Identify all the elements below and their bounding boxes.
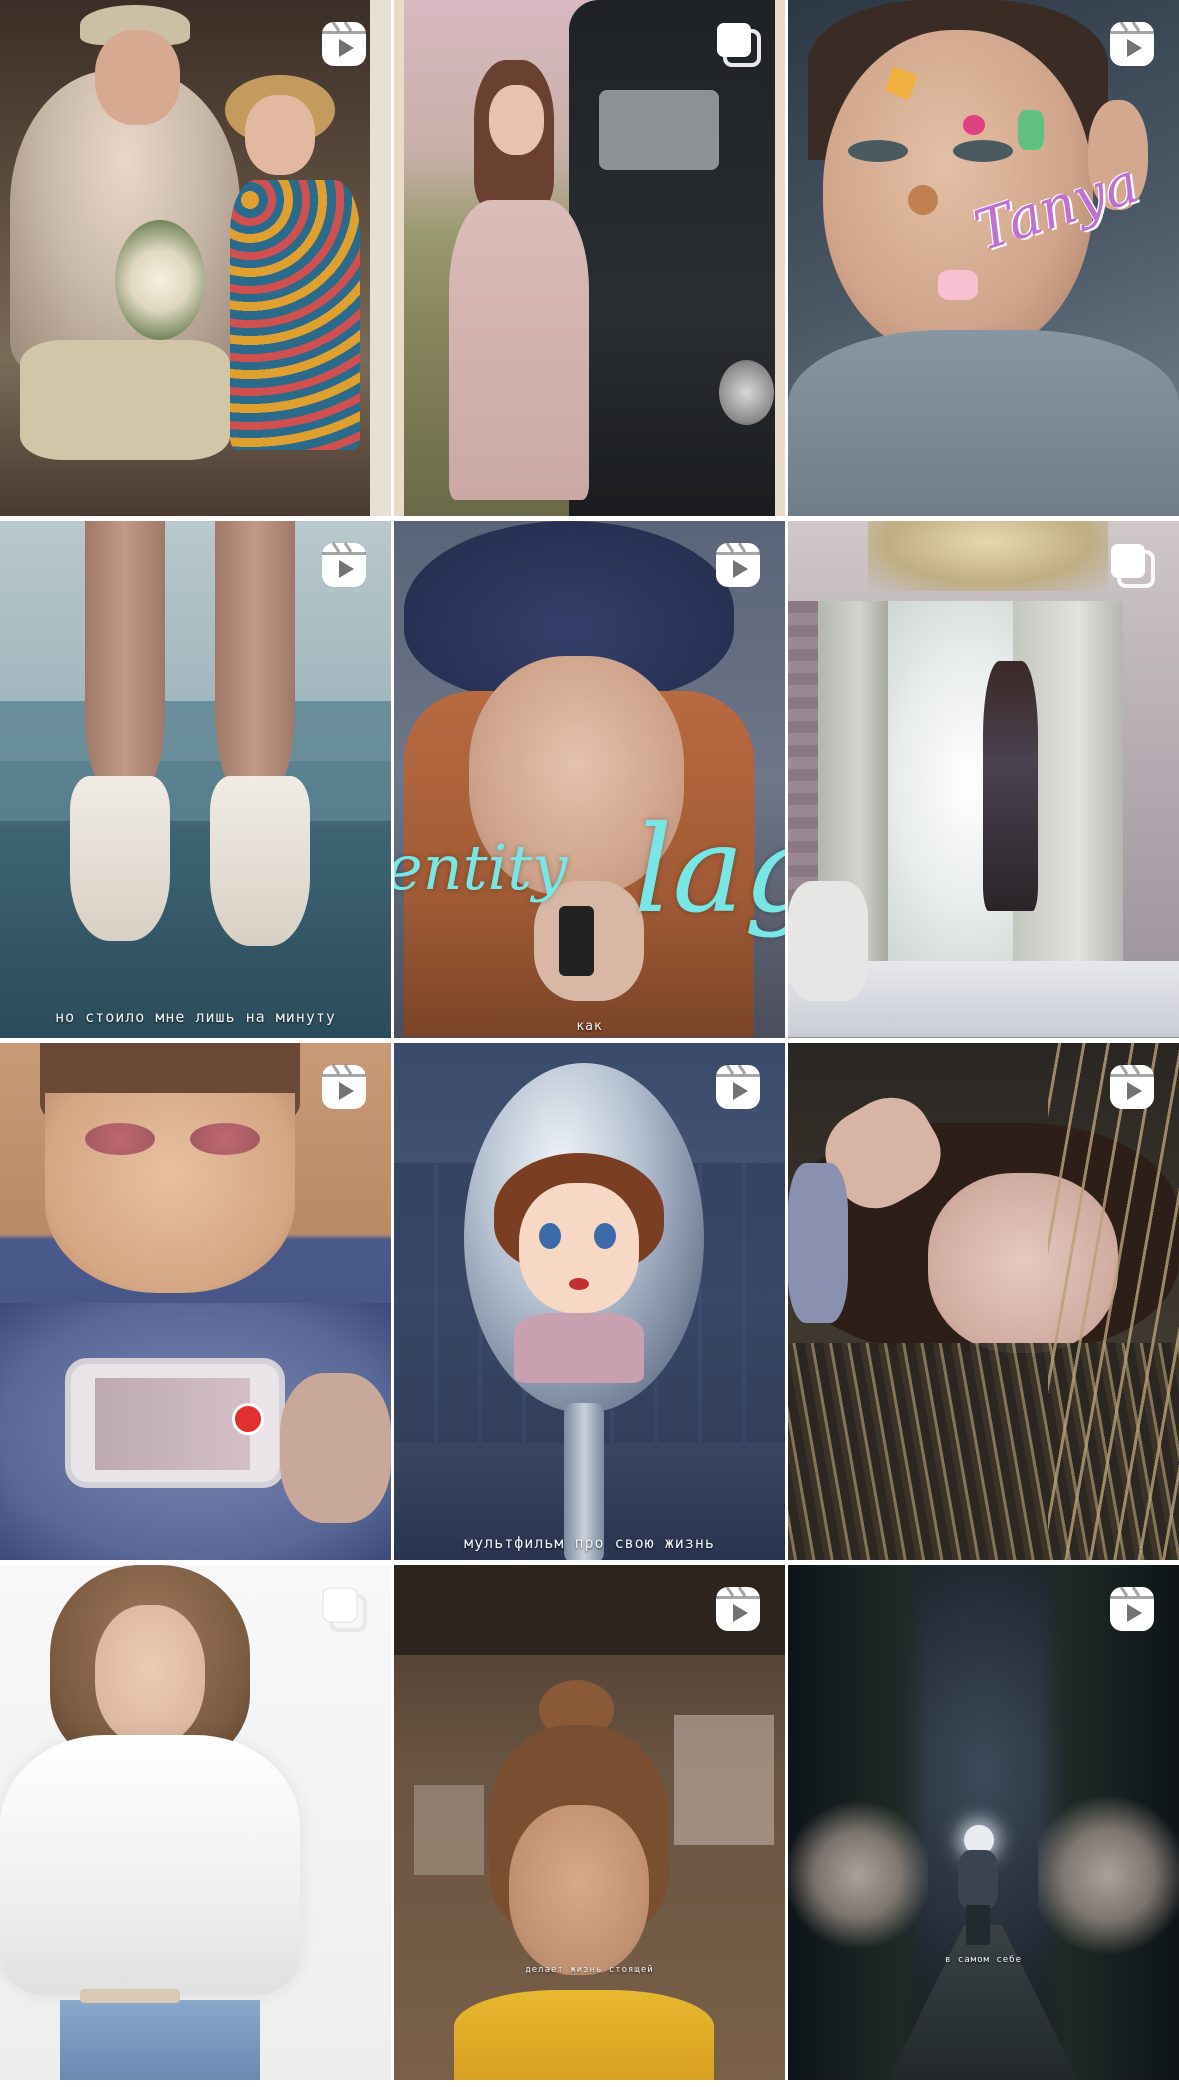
reels-icon	[713, 1584, 763, 1634]
post-tile-8[interactable]: мультфильм про свою жизнь	[394, 1043, 785, 1560]
post-tile-2[interactable]	[394, 0, 785, 516]
post-tile-7[interactable]	[0, 1043, 391, 1560]
overlay-word-right: lag	[634, 801, 785, 940]
carousel-icon	[713, 19, 763, 69]
video-caption: в самом себе	[944, 1955, 1023, 1965]
carousel-icon	[319, 1584, 369, 1634]
post-tile-3[interactable]: Tanya	[788, 0, 1179, 516]
carousel-icon	[1107, 540, 1157, 590]
video-caption: мультфильм про свою жизнь	[464, 1534, 715, 1552]
post-tile-11[interactable]: делает жизнь стоящей	[394, 1565, 785, 2080]
post-tile-12[interactable]: в самом себе	[788, 1565, 1179, 2080]
post-tile-4[interactable]: но стоило мне лишь на минуту	[0, 521, 391, 1038]
post-tile-1[interactable]	[0, 0, 391, 516]
post-tile-5[interactable]: entity lag как	[394, 521, 785, 1038]
post-tile-10[interactable]	[0, 1565, 391, 2080]
overlay-word-left: entity	[394, 831, 568, 904]
reels-icon	[319, 19, 369, 69]
reels-icon	[713, 1062, 763, 1112]
reels-icon	[1107, 19, 1157, 69]
video-caption: делает жизнь стоящей	[525, 1965, 654, 1975]
reels-icon	[713, 540, 763, 590]
video-caption: как	[576, 1019, 603, 1034]
reels-icon	[1107, 1584, 1157, 1634]
reels-icon	[319, 1062, 369, 1112]
profile-posts-grid: Tanya но стоило мне лишь на минуту entit…	[0, 0, 1179, 2087]
reels-icon	[1107, 1062, 1157, 1112]
video-caption: но стоило мне лишь на минуту	[55, 1008, 336, 1026]
post-tile-9[interactable]	[788, 1043, 1179, 1560]
reels-icon	[319, 540, 369, 590]
post-tile-6[interactable]	[788, 521, 1179, 1038]
